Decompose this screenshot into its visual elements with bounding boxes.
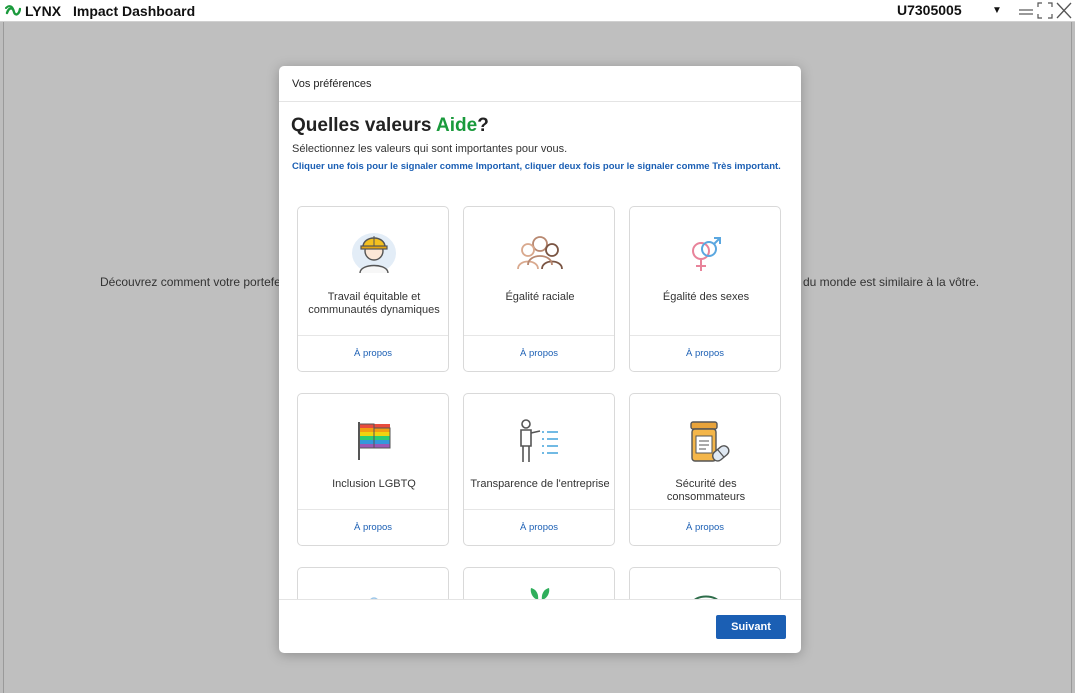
card-divider <box>298 509 448 510</box>
presenter-list-icon <box>520 419 558 462</box>
value-card-transparency[interactable]: Transparence de l'entreprise À propos <box>463 393 615 546</box>
maximize-icon[interactable] <box>1036 1 1054 20</box>
about-link[interactable]: À propos <box>630 522 780 533</box>
card-label: Transparence de l'entreprise <box>470 478 610 490</box>
lynx-logo-icon <box>5 5 21 16</box>
modal-footer: Suivant <box>279 599 801 653</box>
people-group-icon <box>517 236 563 270</box>
modal-header: Vos préférences <box>279 66 801 102</box>
background-text-left: Découvrez comment votre portefe <box>100 275 281 289</box>
card-label: Inclusion LGBTQ <box>332 478 416 490</box>
account-dropdown-icon[interactable]: ▼ <box>992 5 1002 16</box>
value-card-partial[interactable] <box>463 567 615 599</box>
about-link[interactable]: À propos <box>464 522 614 533</box>
heading-accent: Aide <box>436 115 478 136</box>
title-bar: LYNX Impact Dashboard U7305005 ▼ <box>0 0 1075 22</box>
about-link[interactable]: À propos <box>298 522 448 533</box>
card-divider <box>464 335 614 336</box>
instruction-text: Cliquer une fois pour le signaler comme … <box>292 161 781 172</box>
globe-icon <box>694 595 718 599</box>
minimize-icon[interactable] <box>1017 1 1035 20</box>
background-text-right: du monde est similaire à la vôtre. <box>803 275 980 289</box>
partial-value-icon <box>370 597 378 599</box>
value-card-racial-equality[interactable]: Égalité raciale À propos <box>463 206 615 372</box>
heading-suffix: ? <box>477 115 489 136</box>
card-divider <box>630 509 780 510</box>
modal-title: Vos préférences <box>292 78 372 90</box>
about-link[interactable]: À propos <box>298 348 448 359</box>
gender-symbols-icon <box>692 237 721 271</box>
account-id[interactable]: U7305005 <box>897 2 962 18</box>
card-label: Égalité raciale <box>505 291 575 303</box>
value-card-partial[interactable] <box>629 567 781 599</box>
preferences-modal: Vos préférences Quelles valeurs Aide? Sé… <box>279 66 801 653</box>
values-grid[interactable]: Travail équitable et communautés dynamiq… <box>279 200 801 599</box>
close-icon[interactable] <box>1055 1 1073 20</box>
card-label: Travail équitable et communautés dynamiq… <box>308 291 440 316</box>
value-card-consumer-safety[interactable]: Sécurité des consommateurs À propos <box>629 393 781 546</box>
card-divider <box>630 335 780 336</box>
subtitle: Sélectionnez les valeurs qui sont import… <box>292 143 568 155</box>
worker-helmet-icon <box>352 233 396 274</box>
card-divider <box>298 335 448 336</box>
card-label: Égalité des sexes <box>662 291 750 303</box>
value-card-gender-equality[interactable]: Égalité des sexes À propos <box>629 206 781 372</box>
rainbow-flag-icon <box>358 422 391 460</box>
brand-name: LYNX <box>25 3 62 19</box>
value-card-fair-work[interactable]: Travail équitable et communautés dynamiq… <box>297 206 449 372</box>
about-link[interactable]: À propos <box>630 348 780 359</box>
values-heading: Quelles valeurs Aide? <box>291 115 489 137</box>
value-card-partial[interactable] <box>297 567 449 599</box>
about-link[interactable]: À propos <box>464 348 614 359</box>
card-label: Sécurité des consommateurs <box>666 478 746 503</box>
heading-prefix: Quelles valeurs <box>291 115 437 136</box>
pill-bottle-icon <box>690 421 730 462</box>
leaf-icon <box>530 588 550 599</box>
app-title: Impact Dashboard <box>73 3 196 19</box>
next-button[interactable]: Suivant <box>716 615 786 639</box>
card-divider <box>464 509 614 510</box>
value-card-lgbtq[interactable]: Inclusion LGBTQ À propos <box>297 393 449 546</box>
